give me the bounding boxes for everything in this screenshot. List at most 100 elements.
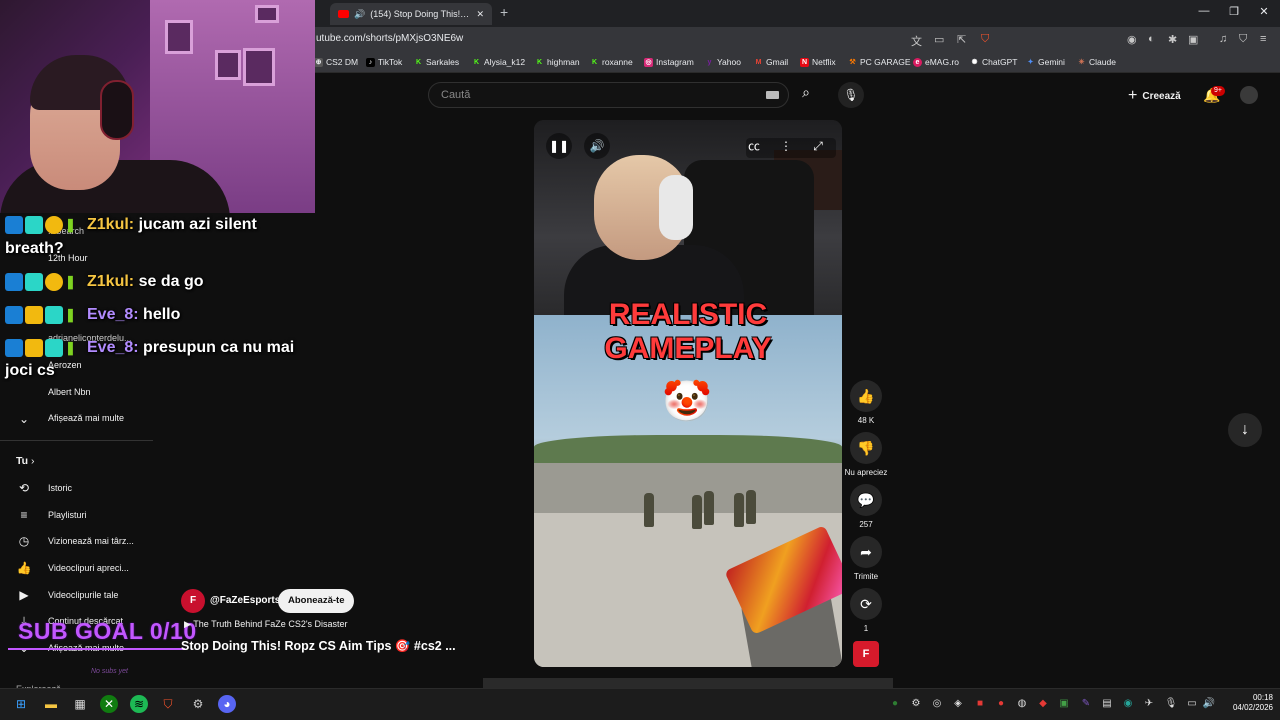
search-icon[interactable]: ⌕ <box>795 84 817 106</box>
minimize-icon[interactable]: — <box>1194 5 1214 17</box>
search-input[interactable]: Caută <box>428 82 789 108</box>
tray-icon[interactable]: ▣ <box>1057 698 1071 709</box>
bookmark-gmail[interactable]: M Gmail <box>754 57 789 67</box>
store-icon[interactable]: ▦ <box>71 695 89 713</box>
network-icon[interactable]: ▭ <box>1185 698 1199 709</box>
dislike-icon[interactable]: 👎 <box>850 432 882 464</box>
pause-icon[interactable]: ❚❚ <box>546 133 572 159</box>
chat-message: ❚ Z1kul: se da go <box>5 270 203 294</box>
browser-tab-active[interactable]: 🔊 (154) Stop Doing This! Ropz C ✕ <box>330 3 492 25</box>
steam-tray-icon[interactable]: ⚙ <box>909 698 923 709</box>
channel-avatar[interactable]: F <box>181 589 205 613</box>
comments-icon[interactable]: 💬 <box>850 484 882 516</box>
tray-icon[interactable]: ◎ <box>930 698 944 709</box>
no-subs-label: No subs yet <box>91 668 128 675</box>
tray-icon[interactable]: ✎ <box>1079 698 1093 709</box>
captions-icon[interactable]: ㏄ <box>741 133 767 159</box>
bookmark-yahoo[interactable]: y Yahoo <box>705 57 741 67</box>
volume-tray-icon[interactable]: 🔊 <box>1202 698 1216 709</box>
discord-icon[interactable]: ◕ <box>218 695 236 713</box>
channel-name[interactable]: @FaZeEsports <box>210 595 280 606</box>
subscribe-button[interactable]: Abonează-te <box>278 589 355 613</box>
sidebar-item-your-videos[interactable]: Videoclipurile tale <box>48 590 118 600</box>
volume-icon[interactable]: 🔊 <box>584 133 610 159</box>
next-short-button[interactable]: ↓ <box>1228 413 1262 447</box>
microphone-icon[interactable]: 🎙 <box>838 82 864 108</box>
like-count: 48 K <box>857 416 875 425</box>
translate-icon[interactable]: 文 <box>911 33 922 49</box>
chat-badges: ❚ <box>5 215 83 234</box>
sidebar-item-watch-later[interactable]: Vizionează mai târz... <box>48 536 134 546</box>
bookmark-gemini[interactable]: ✦ Gemini <box>1026 57 1065 67</box>
vpn-icon[interactable]: ⛉ <box>1239 33 1247 46</box>
wallet-icon[interactable]: ◐ <box>1148 33 1155 45</box>
puzzle-icon[interactable]: ✱ <box>1168 33 1177 46</box>
tray-icon[interactable]: ● <box>994 698 1008 709</box>
steam-icon[interactable]: ⚙ <box>189 695 207 713</box>
tray-icon[interactable]: ✈ <box>1142 698 1156 709</box>
shorts-video-player[interactable]: REALISTIC GAMEPLAY 🤡 ❚❚ 🔊 ㏄ ⋮ ⤢ <box>534 120 842 667</box>
faze-sound-icon[interactable]: F <box>853 641 879 667</box>
watch-later-icon: ◷ <box>18 534 30 548</box>
media-icon[interactable]: ♫ <box>1219 33 1227 45</box>
cast-icon[interactable]: ▭ <box>934 33 944 46</box>
tray-icon[interactable]: ▤ <box>1100 698 1114 709</box>
remix-icon[interactable]: ⟳ <box>850 588 882 620</box>
share-page-icon[interactable]: ⇱ <box>957 33 966 46</box>
create-button[interactable]: + Creează <box>1128 87 1181 105</box>
bookmark-chatgpt[interactable]: ✺ ChatGPT <box>970 57 1018 67</box>
related-video-link[interactable]: ▶ The Truth Behind FaZe CS2's Disaster <box>184 619 348 630</box>
url-field[interactable]: utube.com/shorts/pMXjsO3NE6w <box>316 33 463 44</box>
liked-videos-icon: 👍 <box>16 561 32 575</box>
xbox-icon[interactable]: ✕ <box>100 695 118 713</box>
sidebar-item-liked[interactable]: Videoclipuri apreci... <box>48 563 129 573</box>
fullscreen-icon[interactable]: ⤢ <box>805 133 831 159</box>
avatar[interactable] <box>1240 86 1258 104</box>
headphones <box>100 80 134 140</box>
bookmark-pcgarage[interactable]: ⚒ PC GARAGE <box>848 57 910 67</box>
microphone-tray-icon[interactable]: 🎙 <box>1164 698 1178 709</box>
brave-shield-icon[interactable]: ⛉ <box>981 33 989 46</box>
chat-text: hello <box>143 306 181 323</box>
bookmark-sarkales[interactable]: K Sarkales <box>414 57 459 67</box>
bookmark-alysia[interactable]: K Alysia_k12 <box>472 57 525 67</box>
bookmark-netflix[interactable]: N Netflix <box>800 57 836 67</box>
bookmark-tiktok[interactable]: ♪ TikTok <box>366 57 402 67</box>
sidebar-you-heading[interactable]: Tu › <box>16 455 34 467</box>
close-window-icon[interactable]: ✕ <box>1254 5 1274 18</box>
bookmark-cs2dm[interactable]: ⊕ CS2 DM <box>314 57 358 67</box>
menu-icon[interactable]: ≡ <box>1260 33 1266 45</box>
extension-icon[interactable]: ◉ <box>1127 33 1137 46</box>
plus-icon: + <box>1128 87 1138 104</box>
brave-browser-icon[interactable]: ⛉ <box>159 695 177 713</box>
tray-icon[interactable]: ◆ <box>1036 698 1050 709</box>
system-clock[interactable]: 00:18 04/02/2026 <box>1221 693 1273 713</box>
tray-icon[interactable]: ■ <box>973 698 987 709</box>
windows-start-icon[interactable]: ⊞ <box>12 695 30 713</box>
sidebar-sub-item[interactable]: Albert Nbn <box>48 387 91 397</box>
bookmark-emag[interactable]: e eMAG.ro <box>913 57 959 67</box>
bookmark-roxanne[interactable]: Kroxanne <box>590 57 633 67</box>
bookmark-highman[interactable]: Khighman <box>535 57 580 67</box>
file-explorer-icon[interactable]: ▬ <box>42 695 60 713</box>
show-more-button[interactable]: Afișează mai multe <box>48 413 124 423</box>
restore-icon[interactable]: ❐ <box>1224 5 1244 18</box>
bookmark-claude[interactable]: ✳ Claude <box>1077 57 1116 67</box>
share-icon[interactable]: ➦ <box>850 536 882 568</box>
like-icon[interactable]: 👍 <box>850 380 882 412</box>
tray-icon[interactable]: ◉ <box>1121 698 1135 709</box>
new-tab-icon[interactable]: + <box>500 4 508 20</box>
sidebar-item-playlists[interactable]: Playlisturi <box>48 510 87 520</box>
bookmark-instagram[interactable]: ◎ Instagram <box>644 57 694 67</box>
video-title[interactable]: Stop Doing This! Ropz CS Aim Tips 🎯 #cs2… <box>181 639 456 654</box>
keyboard-icon[interactable] <box>766 91 779 99</box>
tray-icon[interactable]: ◈ <box>951 698 965 709</box>
tab-close-icon[interactable]: ✕ <box>476 9 484 20</box>
tray-icon[interactable]: ● <box>888 698 902 709</box>
sidebar-toggle-icon[interactable]: ▣ <box>1188 33 1198 46</box>
wall-frame <box>243 48 275 86</box>
sidebar-item-history[interactable]: Istoric <box>48 483 72 493</box>
spotify-icon[interactable]: ≋ <box>130 695 148 713</box>
tray-icon[interactable]: ◍ <box>1015 698 1029 709</box>
more-options-icon[interactable]: ⋮ <box>773 133 799 159</box>
